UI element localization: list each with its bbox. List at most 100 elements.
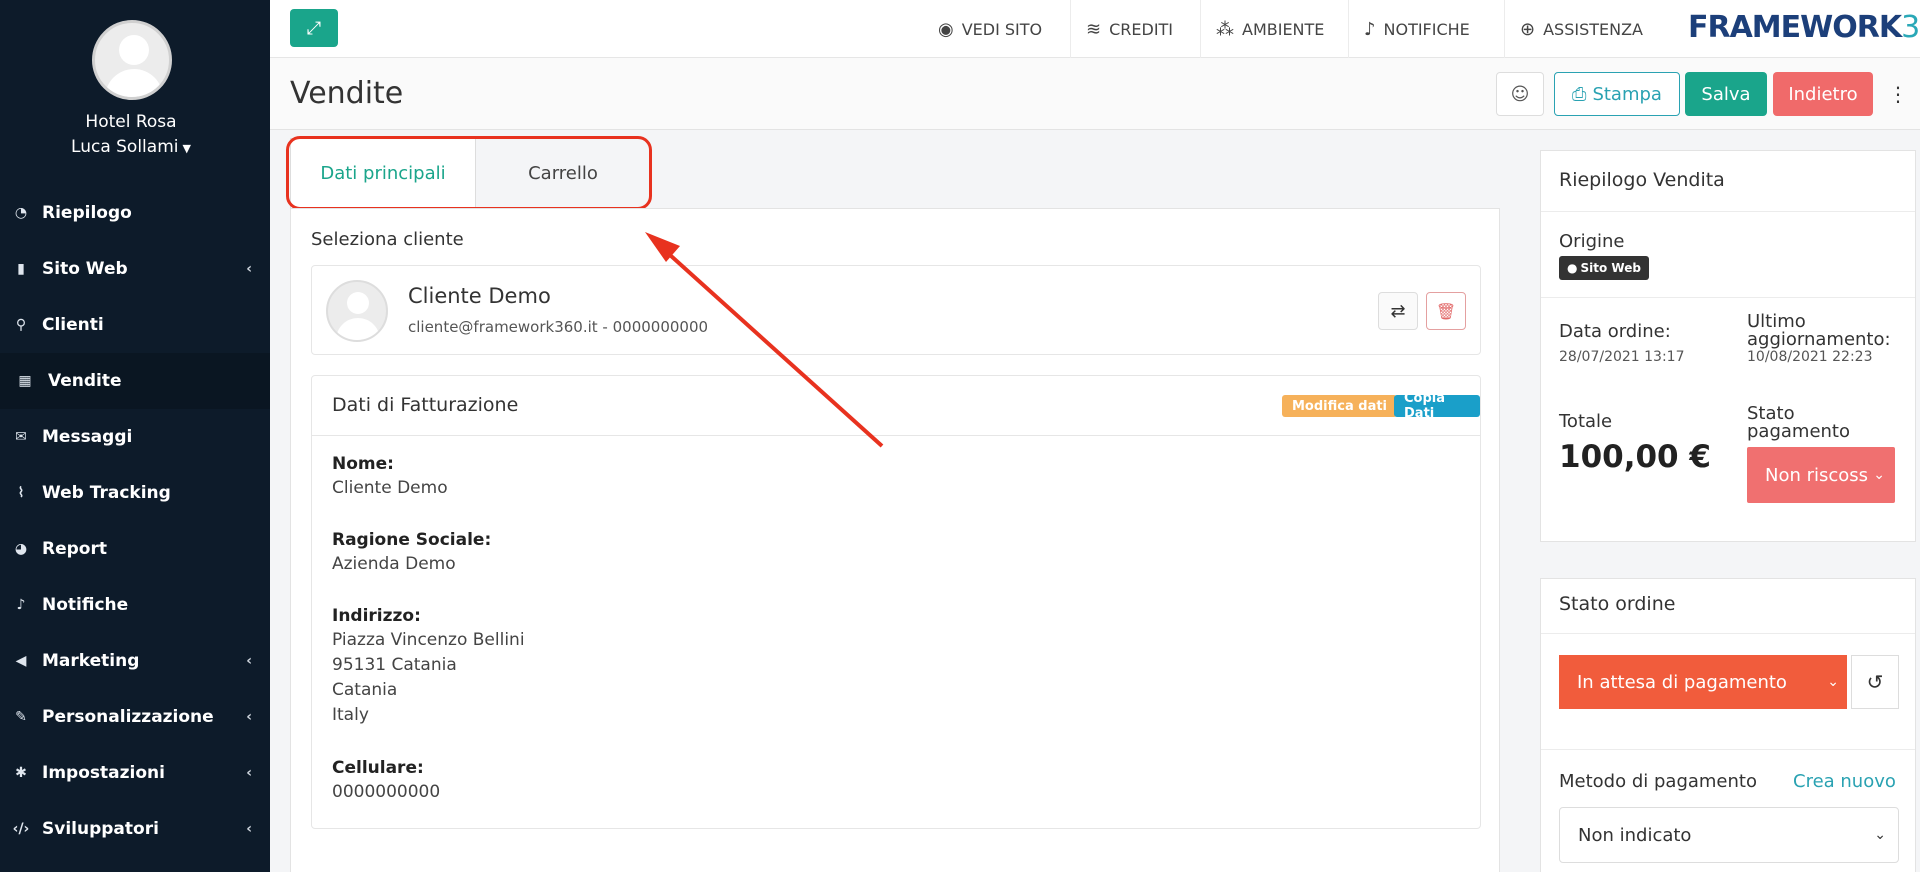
user-name: Luca Sollami (71, 137, 179, 157)
chevron-down-icon: ⌄ (1873, 467, 1885, 483)
address-line: Italy (332, 705, 369, 725)
stampa-label: Stampa (1592, 83, 1662, 105)
ambiente-label: AMBIENTE (1242, 19, 1325, 39)
assistenza-link[interactable]: ⊕ ASSISTENZA (1520, 0, 1643, 58)
chevron-left-icon: ‹ (246, 261, 252, 277)
person-icon: ⚲ (15, 317, 27, 333)
line-chart-icon: ⌇ (17, 485, 25, 501)
sidebar-item-report[interactable]: ◕ Report (0, 521, 270, 577)
salva-button[interactable]: Salva (1685, 72, 1767, 116)
sidebar-item-messaggi[interactable]: ✉ Messaggi (0, 409, 270, 465)
payment-method-select[interactable]: Non indicato ⌄ (1559, 807, 1899, 863)
swap-client-button[interactable]: ⇄ (1378, 292, 1418, 330)
sidebar-item-label: Web Tracking (42, 483, 171, 503)
chevron-left-icon: ‹ (246, 821, 252, 837)
ambiente-link[interactable]: ⁂ AMBIENTE (1216, 0, 1324, 58)
sidebar-item-impostazioni[interactable]: ✱ Impostazioni ‹ (0, 745, 270, 801)
payment-status-label-2: pagamento (1747, 421, 1850, 442)
sidebar-item-notifiche[interactable]: ♪ Notifiche (0, 577, 270, 633)
order-status-value: In attesa di pagamento (1577, 671, 1787, 693)
vertical-dots-icon: ⋮ (1888, 82, 1908, 106)
sidebar-item-sito-web[interactable]: ▮ Sito Web ‹ (0, 241, 270, 297)
lifebuoy-icon: ⊕ (1520, 18, 1536, 40)
emoji-button[interactable]: ☺ (1496, 72, 1544, 116)
origin-badge-label: Sito Web (1580, 261, 1641, 275)
title-bar: Vendite ☺ ⎙ Stampa Salva Indietro ⋮ (270, 58, 1920, 130)
chevron-left-icon: ‹ (246, 709, 252, 725)
notifiche-link[interactable]: ♪ NOTIFICHE (1364, 0, 1470, 58)
sidebar-item-marketing[interactable]: ◀ Marketing ‹ (0, 633, 270, 689)
stampa-button[interactable]: ⎙ Stampa (1554, 72, 1680, 116)
payment-status-select[interactable]: Non riscoss ⌄ (1747, 447, 1895, 503)
summary-card: Riepilogo Vendita Origine ● Sito Web Data… (1540, 150, 1916, 542)
sidebar: Hotel Rosa Luca Sollami ▼ ◔ Riepilogo ▮ S… (0, 0, 270, 872)
assistenza-label: ASSISTENZA (1543, 19, 1643, 39)
address-label: Indirizzo: (332, 606, 421, 626)
total-value: 100,00 € (1559, 439, 1711, 475)
order-status-select[interactable]: In attesa di pagamento ⌄ (1559, 655, 1847, 709)
address-line: Piazza Vincenzo Bellini (332, 630, 525, 650)
more-options-button[interactable]: ⋮ (1880, 72, 1916, 116)
crediti-label: CREDITI (1109, 19, 1174, 39)
company-value: Azienda Demo (332, 554, 456, 574)
crediti-link[interactable]: ≋ CREDITI (1086, 0, 1173, 58)
crea-nuovo-link[interactable]: Crea nuovo (1793, 771, 1896, 792)
sidebar-item-label: Marketing (42, 651, 140, 671)
sidebar-item-sviluppatori[interactable]: ‹/› Sviluppatori ‹ (0, 801, 270, 857)
sidebar-item-web-tracking[interactable]: ⌇ Web Tracking (0, 465, 270, 521)
order-status-title: Stato ordine (1559, 593, 1676, 615)
envelope-icon: ✉ (15, 429, 27, 445)
address-line: Catania (332, 680, 398, 700)
dashboard-icon: ◔ (14, 205, 28, 221)
payment-status-value: Non riscoss (1765, 464, 1869, 486)
address-line: 95131 Catania (332, 655, 457, 675)
billing-title: Dati di Fatturazione (332, 394, 519, 416)
name-label: Nome: (332, 454, 394, 474)
history-icon: ↺ (1866, 670, 1884, 694)
order-date-value: 28/07/2021 13:17 (1559, 349, 1685, 365)
client-name: Cliente Demo (408, 284, 551, 308)
code-icon: ‹/› (12, 821, 30, 837)
trash-icon: 🗑 (1435, 301, 1457, 321)
main-card: Seleziona cliente Cliente Demo cliente@f… (290, 208, 1500, 872)
page-title: Vendite (290, 76, 404, 111)
phone-value: 0000000000 (332, 782, 441, 802)
hotel-name: Hotel Rosa (85, 112, 177, 132)
billing-box: Dati di Fatturazione Modifica dati Copia… (311, 375, 1481, 829)
sidebar-item-label: Vendite (48, 371, 122, 391)
eye-icon: ◉ (938, 18, 954, 40)
indietro-button[interactable]: Indietro (1773, 72, 1873, 116)
sidebar-item-clienti[interactable]: ⚲ Clienti (0, 297, 270, 353)
brand-logo[interactable]: FRAMEWORK360 (1688, 10, 1920, 45)
last-update-label-2: aggiornamento: (1747, 329, 1891, 350)
brush-icon: ✎ (15, 709, 27, 725)
order-status-card: Stato ordine In attesa di pagamento ⌄ ↺ … (1540, 578, 1916, 872)
payment-method-label: Metodo di pagamento (1559, 771, 1757, 792)
vedi-sito-link[interactable]: ◉ VEDI SITO (938, 0, 1042, 58)
bell-icon: ♪ (1364, 18, 1376, 40)
client-contact: cliente@framework360.it - 0000000000 (408, 318, 709, 336)
chevron-left-icon: ‹ (246, 653, 252, 669)
sidebar-item-vendite[interactable]: ▦ Vendite (0, 353, 270, 409)
delete-client-button[interactable]: 🗑 (1426, 292, 1466, 330)
chevron-left-icon: ‹ (246, 765, 252, 781)
expand-button[interactable]: ⤢ (290, 9, 338, 47)
select-client-label: Seleziona cliente (311, 229, 464, 250)
sidebar-item-personalizzazione[interactable]: ✎ Personalizzazione ‹ (0, 689, 270, 745)
avatar[interactable] (92, 20, 172, 100)
modifica-dati-button[interactable]: Modifica dati (1282, 395, 1398, 417)
origin-badge: ● Sito Web (1559, 256, 1649, 280)
sidebar-item-label: Messaggi (42, 427, 133, 447)
coins-icon: ≋ (1086, 18, 1102, 40)
sidebar-item-label: Report (42, 539, 107, 559)
summary-title: Riepilogo Vendita (1559, 169, 1725, 191)
file-icon: ▮ (17, 261, 25, 277)
payment-method-value: Non indicato (1578, 824, 1692, 846)
sidebar-item-riepilogo[interactable]: ◔ Riepilogo (0, 185, 270, 241)
smile-icon: ☺ (1510, 83, 1530, 105)
copia-dati-button[interactable]: Copia Dati (1394, 391, 1480, 421)
user-menu[interactable]: Luca Sollami ▼ (0, 137, 262, 157)
brand-num: 360 (1901, 10, 1920, 45)
history-button[interactable]: ↺ (1851, 655, 1899, 709)
megaphone-icon: ◀ (15, 653, 27, 669)
